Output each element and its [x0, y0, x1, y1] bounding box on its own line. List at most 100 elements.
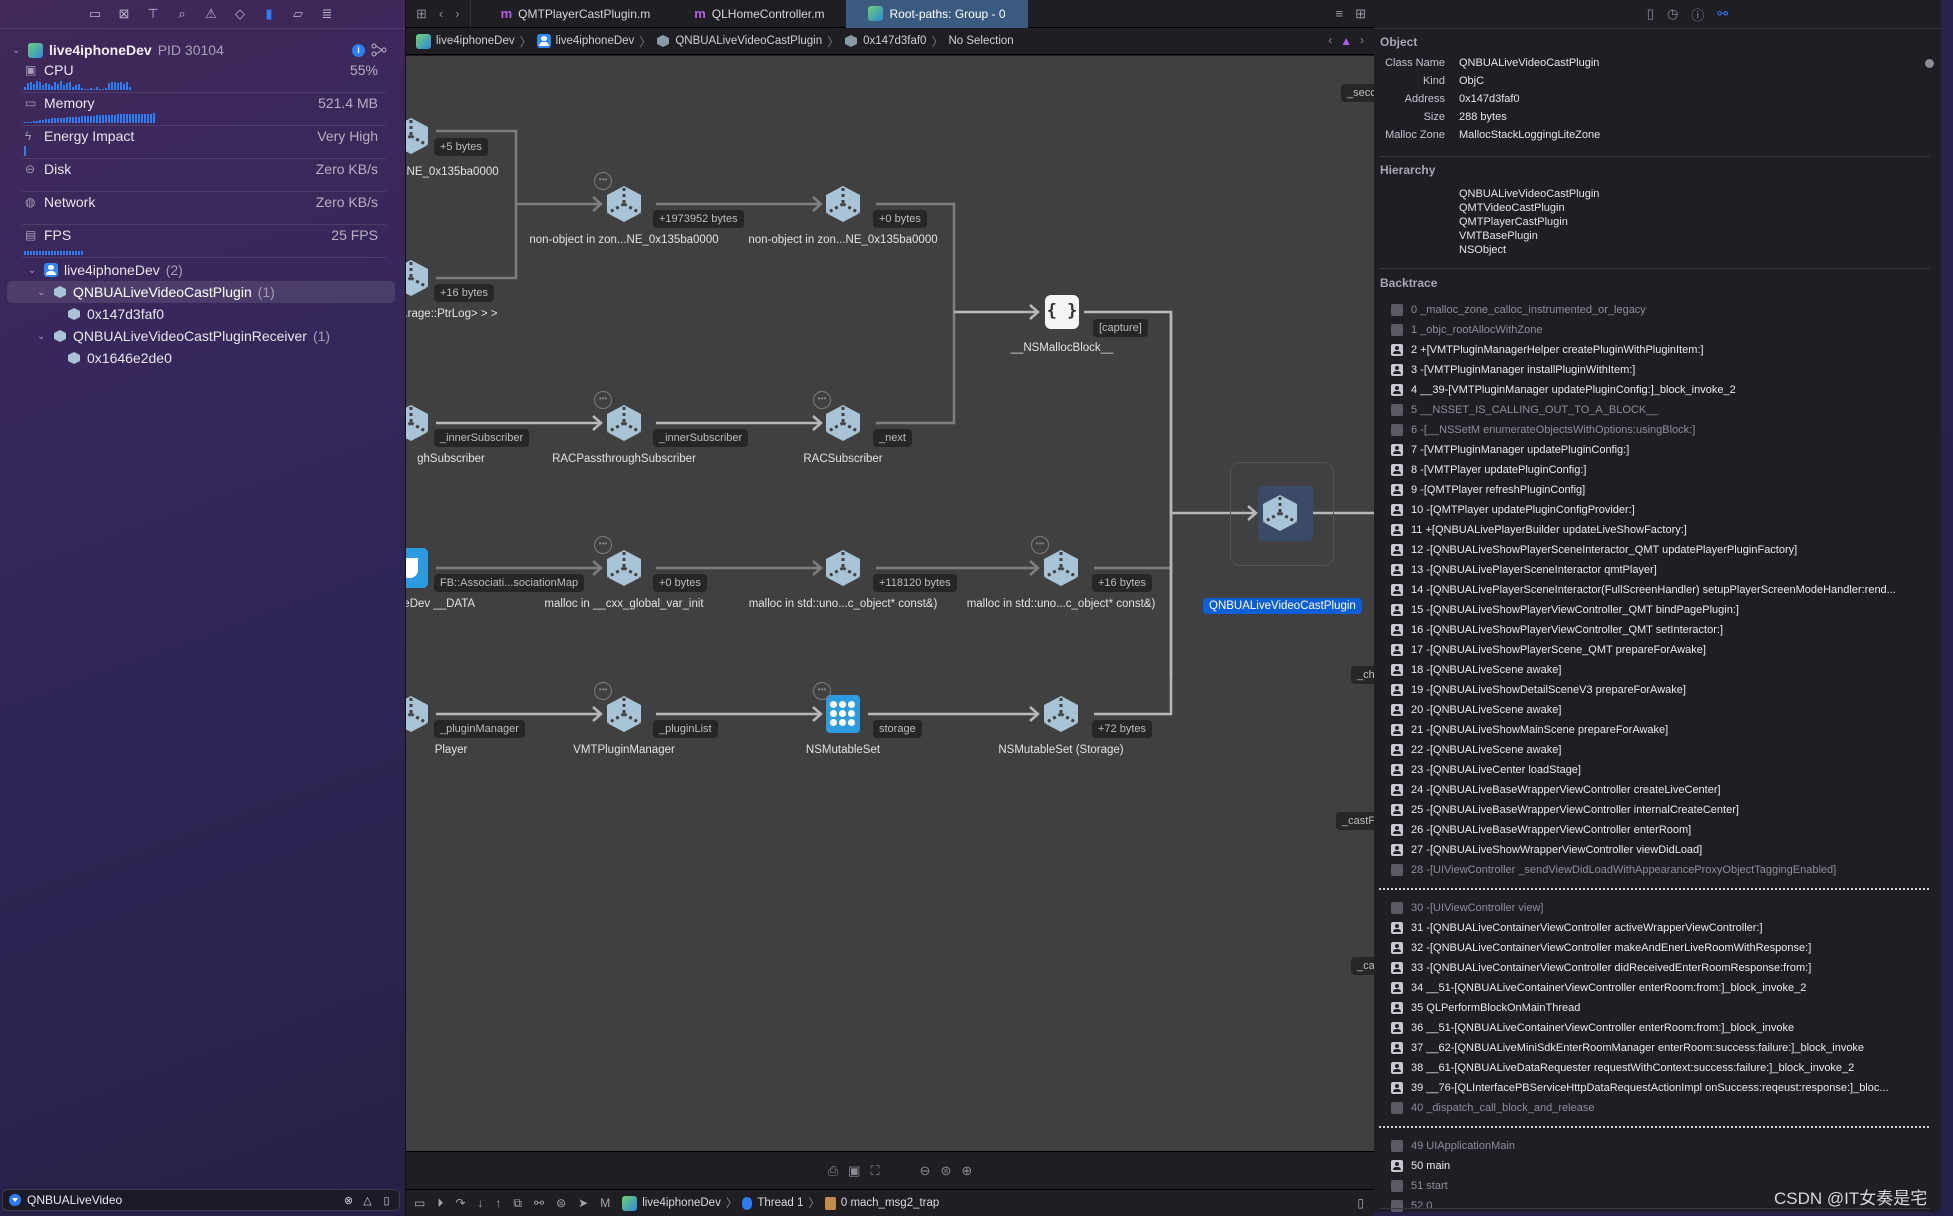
- tab-root-paths[interactable]: Root-paths: Group - 0: [846, 0, 1028, 28]
- backtrace-frame[interactable]: 49 UIApplicationMain: [1391, 1136, 1931, 1156]
- tree-instance-row[interactable]: 0x1646e2de0: [67, 347, 172, 369]
- backtrace-frame[interactable]: 39 __76-[QLInterfacePBServiceHttpDataReq…: [1391, 1078, 1931, 1098]
- graph-node-cube[interactable]: [406, 403, 431, 443]
- backtrace-frame[interactable]: 35 QLPerformBlockOnMainThread: [1391, 998, 1931, 1018]
- backtrace-frame[interactable]: 15 -[QNBUALiveShowPlayerViewController_Q…: [1391, 600, 1931, 620]
- backtrace-frame[interactable]: 37 __62-[QNBUALiveMiniSdkEnterRoomManage…: [1391, 1038, 1931, 1058]
- graph-node-cube[interactable]: [604, 694, 644, 734]
- environment-icon[interactable]: ⊜: [556, 1196, 566, 1210]
- prev-issue-icon[interactable]: ‹: [1328, 35, 1332, 47]
- graph-node-set[interactable]: [826, 695, 860, 733]
- backtrace-frame[interactable]: 17 -[QNBUALiveShowPlayerScene_QMT prepar…: [1391, 640, 1931, 660]
- grid-icon[interactable]: ⊞: [416, 6, 427, 22]
- backtrace-frame[interactable]: 26 -[QNBUALiveBaseWrapperViewController …: [1391, 820, 1931, 840]
- backtrace-frame[interactable]: 5 __NSSET_IS_CALLING_OUT_TO_A_BLOCK__: [1391, 400, 1931, 420]
- backtrace-frame[interactable]: 30 -[UIViewController view]: [1391, 898, 1931, 918]
- graph-node-cube[interactable]: [406, 116, 431, 156]
- zoom-out-icon[interactable]: ⊖: [920, 1163, 931, 1179]
- go-to-icon[interactable]: [1925, 59, 1934, 68]
- help-icon[interactable]: ⓘ: [1691, 5, 1704, 24]
- zoom-actual-icon[interactable]: ⊜: [940, 1163, 951, 1179]
- warning-icon[interactable]: ▲: [1340, 34, 1352, 48]
- backtrace-frame[interactable]: 31 -[QNBUALiveContainerViewController ac…: [1391, 918, 1931, 938]
- graph-node-data[interactable]: [406, 548, 428, 588]
- tab-qmtplayercastplugin[interactable]: m QMTPlayerCastPlugin.m: [479, 0, 673, 28]
- backtrace-frame[interactable]: 1 _objc_rootAllocWithZone: [1391, 320, 1931, 340]
- backtrace-frame[interactable]: 0 _malloc_zone_calloc_instrumented_or_le…: [1391, 300, 1931, 320]
- backtrace-frame[interactable]: 24 -[QNBUALiveBaseWrapperViewController …: [1391, 780, 1931, 800]
- source-control-icon[interactable]: ⊠: [116, 6, 132, 22]
- backtrace-frame[interactable]: 3 -[VMTPluginManager installPluginWithIt…: [1391, 360, 1931, 380]
- filter-icon[interactable]: [9, 1194, 21, 1206]
- gauge-fps[interactable]: ▤ FPS 25 FPS: [22, 225, 386, 258]
- metal-icon[interactable]: M: [600, 1196, 610, 1210]
- gauge-cpu[interactable]: ▣ CPU 55%: [22, 60, 386, 93]
- next-issue-icon[interactable]: ›: [1360, 35, 1364, 47]
- gauge-disk[interactable]: ⊖ Disk Zero KB/s: [22, 159, 386, 192]
- folder-icon[interactable]: ▭: [87, 6, 103, 22]
- graph-node-cube[interactable]: [823, 403, 863, 443]
- tree-class-row[interactable]: ⌄ QNBUALiveVideoCastPlugin (1): [7, 281, 395, 303]
- more-icon[interactable]: •••: [594, 682, 612, 700]
- backtrace-frame[interactable]: 27 -[QNBUALiveShowWrapperViewController …: [1391, 840, 1931, 860]
- search-icon[interactable]: ⌕: [174, 6, 190, 22]
- tab-qlhomecontroller[interactable]: m QLHomeController.m: [672, 0, 846, 28]
- history-icon[interactable]: ◷: [1667, 6, 1678, 22]
- warning-icon[interactable]: ⚠: [203, 6, 219, 22]
- backtrace-frame[interactable]: 32 -[QNBUALiveContainerViewController ma…: [1391, 938, 1931, 958]
- location-icon[interactable]: ➤: [578, 1196, 588, 1210]
- backtrace-frame[interactable]: 4 __39-[VMTPluginManager updatePluginCon…: [1391, 380, 1931, 400]
- test-icon[interactable]: ◇: [232, 6, 248, 22]
- tree-class-row[interactable]: ⌄ QNBUALiveVideoCastPluginReceiver (1): [37, 325, 330, 347]
- more-icon[interactable]: •••: [813, 682, 831, 700]
- add-editor-icon[interactable]: ⊞: [1355, 6, 1366, 22]
- memory-graph-icon[interactable]: [371, 43, 387, 57]
- chevron-down-icon[interactable]: ⌄: [28, 265, 38, 276]
- backtrace-frame[interactable]: 6 -[__NSSetM enumerateObjectsWithOptions…: [1391, 420, 1931, 440]
- breadcrumb-item[interactable]: QNBUALiveVideoCastPlugin: [675, 35, 822, 47]
- backtrace-frame[interactable]: 34 __51-[QNBUALiveContainerViewControlle…: [1391, 978, 1931, 998]
- warning-filter-icon[interactable]: △: [361, 1194, 374, 1207]
- clear-icon[interactable]: ⊗: [342, 1194, 355, 1207]
- graph-node-cube[interactable]: [1041, 694, 1081, 734]
- memory-graph-icon[interactable]: ⚯: [534, 1196, 544, 1210]
- backtrace-frame[interactable]: 36 __51-[QNBUALiveContainerViewControlle…: [1391, 1018, 1931, 1038]
- gauge-energy-impact[interactable]: ϟ Energy Impact Very High: [22, 126, 386, 159]
- property-value[interactable]: QNBUALiveVideoCastPlugin: [1459, 57, 1599, 69]
- backtrace-frame[interactable]: 40 _dispatch_call_block_and_release: [1391, 1098, 1931, 1118]
- minimap-icon[interactable]: ▣: [848, 1163, 860, 1179]
- backtrace-frame[interactable]: 22 -[QNBUALiveScene awake]: [1391, 740, 1931, 760]
- more-icon[interactable]: •••: [1031, 536, 1049, 554]
- property-value[interactable]: 288 bytes: [1459, 111, 1507, 123]
- breadcrumb-item[interactable]: live4iphoneDev: [556, 35, 635, 47]
- filter-input[interactable]: [27, 1193, 336, 1207]
- breakpoint-icon[interactable]: ▱: [290, 6, 306, 22]
- graph-node-cube[interactable]: [823, 184, 863, 224]
- file-icon[interactable]: ▯: [1647, 6, 1654, 22]
- backtrace-frame[interactable]: 25 -[QNBUALiveBaseWrapperViewController …: [1391, 800, 1931, 820]
- backtrace-frame[interactable]: 19 -[QNBUALiveShowDetailSceneV3 prepareF…: [1391, 680, 1931, 700]
- backtrace-frame[interactable]: 8 -[VMTPlayer updatePluginConfig:]: [1391, 460, 1931, 480]
- report-icon[interactable]: ≣: [319, 6, 335, 22]
- breakpoints-toggle-icon[interactable]: ▭: [414, 1196, 425, 1210]
- backtrace-frame[interactable]: 38 __61-[QNBUALiveDataRequester requestW…: [1391, 1058, 1931, 1078]
- hierarchy-icon[interactable]: ⊤: [145, 6, 161, 22]
- zoom-in-icon[interactable]: ⊕: [961, 1163, 972, 1179]
- fit-icon[interactable]: ⛶: [870, 1163, 879, 1179]
- debug-crumb[interactable]: live4iphoneDev 〉 Thread 1 〉 0 mach_msg2_…: [622, 1195, 939, 1211]
- memory-graph-canvas[interactable]: .NE_0x135ba0000 .rage::PtrLog> > > ••• non-…: [406, 56, 1374, 1151]
- backtrace-frame[interactable]: 10 -[QMTPlayer updatePluginConfigProvide…: [1391, 500, 1931, 520]
- debug-icon[interactable]: ▮: [261, 6, 277, 22]
- backtrace-frame[interactable]: 18 -[QNBUALiveScene awake]: [1391, 660, 1931, 680]
- device-icon[interactable]: ▯: [1357, 1196, 1374, 1210]
- gauge-network[interactable]: ◍ Network Zero KB/s: [22, 192, 386, 225]
- graph-node-cube[interactable]: [406, 258, 431, 298]
- graph-node-cube[interactable]: [1041, 548, 1081, 588]
- step-into-icon[interactable]: ↓: [477, 1196, 483, 1210]
- backtrace-frame[interactable]: 11 +[QNBUALivePlayerBuilder updateLiveSh…: [1391, 520, 1931, 540]
- backtrace-frame[interactable]: 20 -[QNBUALiveScene awake]: [1391, 700, 1931, 720]
- more-icon[interactable]: •••: [813, 391, 831, 409]
- tree-root[interactable]: ⌄ live4iphoneDev (2): [28, 259, 183, 281]
- backtrace-frame[interactable]: 50 main: [1391, 1156, 1931, 1176]
- property-value[interactable]: ObjC: [1459, 75, 1484, 87]
